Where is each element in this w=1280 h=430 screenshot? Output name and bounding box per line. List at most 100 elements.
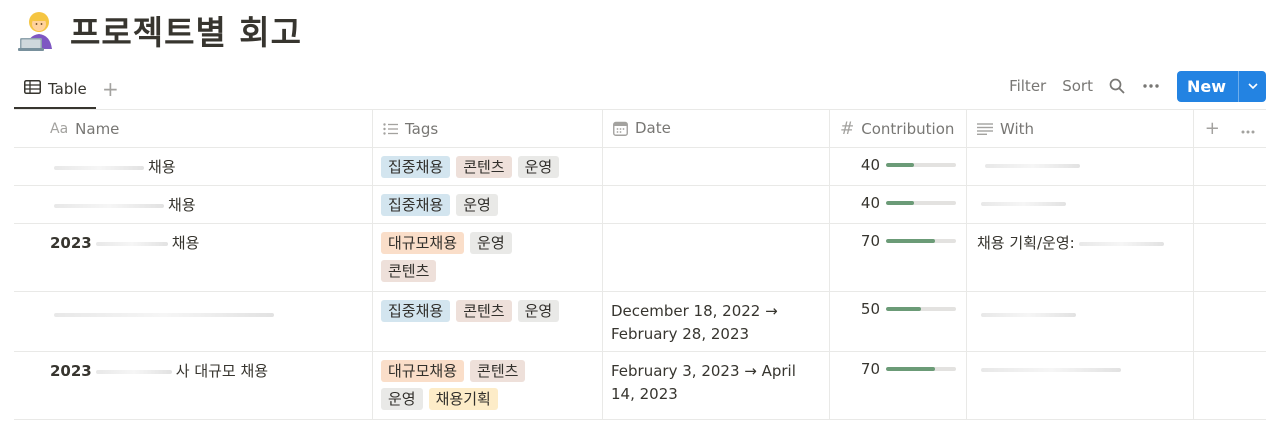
tag: 콘텐츠 bbox=[381, 260, 437, 282]
more-options-icon[interactable] bbox=[1241, 118, 1255, 139]
woman-technologist-icon[interactable] bbox=[18, 9, 60, 51]
tag: 콘텐츠 bbox=[456, 300, 512, 322]
cell-with[interactable] bbox=[967, 186, 1194, 223]
new-button[interactable]: New bbox=[1176, 70, 1266, 102]
search-icon[interactable] bbox=[1109, 78, 1125, 94]
column-header-contribution[interactable]: # Contribution bbox=[830, 110, 967, 147]
cell-extra bbox=[1194, 292, 1266, 351]
tag: 집중채용 bbox=[381, 156, 451, 178]
add-property-plus-icon[interactable]: + bbox=[1205, 118, 1220, 139]
name-text: 채용 bbox=[171, 234, 200, 252]
page-header: 프로젝트별 회고 bbox=[18, 6, 302, 54]
name-text: 채용 bbox=[168, 196, 196, 214]
list-icon bbox=[383, 122, 398, 135]
cell-with[interactable] bbox=[967, 148, 1194, 185]
cell-contribution[interactable]: 70 bbox=[830, 224, 967, 291]
tag: 집중채용 bbox=[381, 194, 451, 216]
filter-button[interactable]: Filter bbox=[1009, 77, 1046, 95]
cell-contribution[interactable]: 40 bbox=[830, 148, 967, 185]
progress-fill bbox=[886, 307, 921, 311]
cell-name[interactable]: 2023 채용 bbox=[14, 224, 373, 291]
cell-tags[interactable]: 대규모채용 운영콘텐츠 bbox=[373, 224, 603, 291]
tag: 콘텐츠 bbox=[470, 360, 526, 382]
name-text: 사 대규모 채용 bbox=[175, 362, 269, 380]
tag: 대규모채용 bbox=[381, 232, 465, 254]
column-header-label: Name bbox=[75, 119, 120, 138]
column-header-with[interactable]: With bbox=[967, 110, 1194, 147]
toolbar: Filter Sort New bbox=[1009, 70, 1266, 102]
more-options-icon[interactable] bbox=[1143, 84, 1159, 88]
contribution-value: 40 bbox=[860, 156, 880, 174]
table-row[interactable]: 채용 집중채용 콘텐츠 운영 40 bbox=[14, 148, 1266, 186]
progress-bar bbox=[886, 163, 956, 167]
cell-tags[interactable]: 집중채용 콘텐츠 운영 bbox=[373, 292, 603, 351]
progress-fill bbox=[886, 163, 914, 167]
tab-table[interactable]: Table bbox=[14, 70, 96, 109]
tag: 콘텐츠 bbox=[456, 156, 512, 178]
tag: 운영 bbox=[517, 300, 560, 322]
cell-with[interactable] bbox=[967, 352, 1194, 419]
calendar-icon bbox=[613, 121, 628, 136]
text-lines-icon bbox=[977, 122, 993, 135]
cell-extra bbox=[1194, 224, 1266, 291]
name-prefix: 2023 bbox=[50, 234, 92, 252]
contribution-value: 70 bbox=[860, 360, 880, 378]
cell-tags[interactable]: 대규모채용 콘텐츠 운영 채용기획 bbox=[373, 352, 603, 419]
cell-date[interactable] bbox=[603, 148, 830, 185]
with-text: 채용 기획/운영: bbox=[977, 234, 1075, 252]
cell-with[interactable]: 채용 기획/운영: bbox=[967, 224, 1194, 291]
cell-tags[interactable]: 집중채용 콘텐츠 운영 bbox=[373, 148, 603, 185]
cell-tags[interactable]: 집중채용 운영 bbox=[373, 186, 603, 223]
cell-date[interactable] bbox=[603, 224, 830, 291]
table-header-row: Aa Name Tags Date # Contribution With + bbox=[14, 110, 1266, 148]
cell-date[interactable]: February 3, 2023 → April 14, 2023 bbox=[603, 352, 830, 419]
cell-contribution[interactable]: 50 bbox=[830, 292, 967, 351]
table-row[interactable]: 2023 사 대규모 채용 대규모채용 콘텐츠 운영 채용기획 February 3, … bbox=[14, 352, 1266, 420]
name-prefix: 2023 bbox=[50, 362, 92, 380]
text-type-icon: Aa bbox=[50, 120, 69, 137]
tag: 운영 bbox=[470, 232, 512, 254]
tag: 운영 bbox=[517, 156, 560, 178]
cell-date[interactable] bbox=[603, 186, 830, 223]
cell-name[interactable]: 2023 사 대규모 채용 bbox=[14, 352, 373, 419]
new-button-label[interactable]: New bbox=[1177, 71, 1238, 102]
column-header-label: Tags bbox=[405, 119, 439, 138]
cell-name[interactable]: 채용 bbox=[14, 186, 373, 223]
column-header-name[interactable]: Aa Name bbox=[14, 110, 373, 147]
tab-table-label: Table bbox=[48, 79, 87, 98]
table-icon bbox=[24, 79, 41, 98]
chevron-down-icon[interactable] bbox=[1238, 70, 1266, 102]
column-header-date[interactable]: Date bbox=[603, 110, 830, 147]
database-table: Aa Name Tags Date # Contribution With + … bbox=[14, 110, 1266, 420]
tag: 집중채용 bbox=[381, 300, 451, 322]
cell-name[interactable]: 채용 bbox=[14, 148, 373, 185]
cell-contribution[interactable]: 40 bbox=[830, 186, 967, 223]
cell-extra bbox=[1194, 148, 1266, 185]
view-bar: Table + Filter Sort New bbox=[14, 70, 1266, 110]
cell-date[interactable]: December 18, 2022 → February 28, 2023 bbox=[603, 292, 830, 351]
cell-with[interactable] bbox=[967, 292, 1194, 351]
tag: 운영 bbox=[381, 388, 423, 410]
progress-bar bbox=[886, 239, 956, 243]
page-title: 프로젝트별 회고 bbox=[70, 13, 303, 52]
column-header-tags[interactable]: Tags bbox=[373, 110, 603, 147]
cell-contribution[interactable]: 70 bbox=[830, 352, 967, 419]
tag: 채용기획 bbox=[428, 388, 498, 410]
progress-bar bbox=[886, 367, 956, 371]
table-row[interactable]: 집중채용 콘텐츠 운영 December 18, 2022 → February 2… bbox=[14, 292, 1266, 352]
tag: 운영 bbox=[456, 194, 498, 216]
column-header-label: Date bbox=[635, 119, 671, 137]
cell-name[interactable] bbox=[14, 292, 373, 351]
add-view-plus-icon[interactable]: + bbox=[102, 77, 119, 101]
sort-button[interactable]: Sort bbox=[1062, 77, 1093, 95]
column-header-label: With bbox=[1000, 119, 1035, 138]
cell-extra bbox=[1194, 352, 1266, 419]
progress-fill bbox=[886, 201, 914, 205]
contribution-value: 70 bbox=[860, 232, 880, 250]
column-header-label: Contribution bbox=[861, 119, 955, 138]
table-row[interactable]: 2023 채용 대규모채용 운영콘텐츠 70 채용 기획/운영: bbox=[14, 224, 1266, 292]
progress-bar bbox=[886, 307, 956, 311]
table-row[interactable]: 채용 집중채용 운영 40 bbox=[14, 186, 1266, 224]
progress-fill bbox=[886, 239, 935, 243]
cell-extra bbox=[1194, 186, 1266, 223]
